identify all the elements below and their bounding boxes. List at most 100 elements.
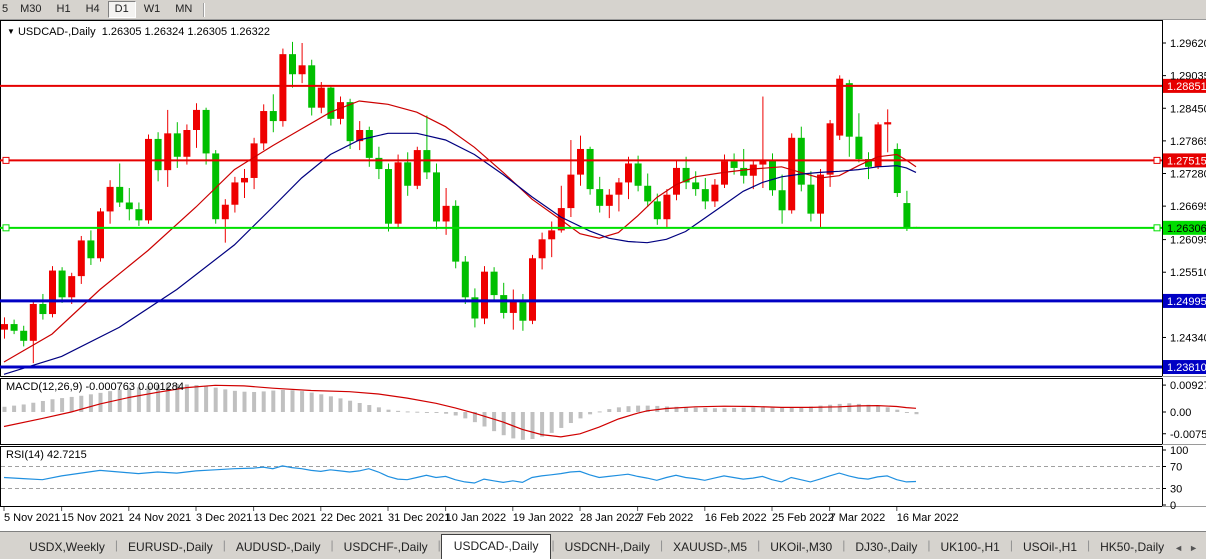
candle-body [481,272,488,319]
candle-body [731,161,738,168]
candle-body [39,304,46,314]
line-handle-marker[interactable] [3,225,9,231]
macd-bar [425,412,429,413]
svg-text:1.29620: 1.29620 [1170,38,1206,50]
macd-bar [492,412,496,431]
price-badge-text: 1.27515 [1167,155,1206,167]
chart-tab-usdcnh-daily[interactable]: USDCNH-,Daily [555,536,660,559]
timeframe-button-h1[interactable]: H1 [50,1,78,18]
chart-tab-usdx-weekly[interactable]: USDX,Weekly [19,536,115,559]
macd-bar [406,411,410,412]
candle-body [164,133,171,170]
chart-symbol-label: USDCAD-,Daily [18,26,96,38]
macd-bar [223,389,227,412]
timeframe-button-5[interactable]: 5 [0,1,12,18]
chart-tab-uk100-h1[interactable]: UK100-,H1 [930,536,1009,559]
macd-bar [915,412,919,414]
macd-bar [569,412,573,423]
date-axis: 5 Nov 202115 Nov 202124 Nov 20213 Dec 20… [4,507,959,524]
macd-bar [281,390,285,412]
candle-body [519,300,526,321]
candle-body [78,240,85,276]
macd-bar [790,408,794,412]
rsi-panel-border [1,447,1163,507]
candle-body [155,139,162,170]
chart-tab-usdchf-daily[interactable]: USDCHF-,Daily [334,536,438,559]
macd-bar [838,404,842,412]
timeframe-button-h4[interactable]: H4 [79,1,107,18]
candle-body [327,88,334,119]
candle-body [740,168,747,176]
candle-body [615,182,622,194]
candle-body [116,187,123,203]
candle-body [212,153,219,219]
svg-text:1.26695: 1.26695 [1170,201,1206,213]
macd-bar [291,390,295,412]
macd-bar [262,391,266,412]
date-label: 31 Dec 2021 [388,512,450,524]
svg-text:70: 70 [1170,462,1182,474]
candle-body [548,230,555,239]
candle-body [539,239,546,258]
chevron-down-icon[interactable]: ▼ [7,27,15,36]
macd-bar [857,404,861,412]
svg-text:1.25510: 1.25510 [1170,267,1206,279]
timeframe-button-mn[interactable]: MN [168,1,199,18]
candle-body [577,149,584,175]
line-handle-marker[interactable] [1154,157,1160,163]
candle-body [817,175,824,214]
chart-tab-usdcad-daily[interactable]: USDCAD-,Daily [441,534,552,559]
candle-body [788,138,795,211]
macd-bar [703,408,707,412]
macd-bar [243,392,247,412]
svg-text:1.29035: 1.29035 [1170,71,1206,83]
line-handle-marker[interactable] [1154,225,1160,231]
panel-frames [0,20,1206,507]
line-handle-marker[interactable] [3,157,9,163]
macd-bar [3,407,7,412]
macd-bar [550,412,554,433]
svg-text:-0.00750: -0.00750 [1170,429,1206,441]
chart-tab-ukoil-m30[interactable]: UKOil-,M30 [760,536,842,559]
chart-tab-audusd-daily[interactable]: AUDUSD-,Daily [226,536,331,559]
chart-tab-xauusd-m5[interactable]: XAUUSD-,M5 [663,536,757,559]
candle-body [635,163,642,185]
timeframe-toolbar: 5M30H1H4D1W1MN [0,0,1206,20]
chart-tab-hk50-daily[interactable]: HK50-,Daily [1090,536,1174,559]
toolbar-separator [203,3,205,17]
price-badge-text: 1.24995 [1167,296,1206,308]
macd-bar [828,405,832,412]
chart-tab-dj30-daily[interactable]: DJ30-,Daily [845,536,927,559]
macd-bar [60,398,64,412]
svg-text:1.27865: 1.27865 [1170,136,1206,148]
svg-text:30: 30 [1170,484,1182,496]
timeframe-button-w1[interactable]: W1 [137,1,168,18]
macd-bar [367,405,371,412]
tab-scroll-left-icon[interactable]: ◄ [1174,543,1183,553]
macd-bar [665,406,669,412]
chart-tab-eurusd-daily[interactable]: EURUSD-,Daily [118,536,223,559]
date-label: 7 Mar 2022 [830,512,886,524]
candle-body [884,122,891,124]
macd-bar [723,408,727,412]
candle-body [270,111,277,121]
chart-canvas[interactable]: 1.288511.275151.263061.249951.238101.296… [0,0,1206,558]
candle-body [126,203,133,210]
tab-scroll-right-icon[interactable]: ► [1189,543,1198,553]
macd-bar [579,412,583,418]
candle-body [97,211,104,258]
chart-tab-usoil-h1[interactable]: USOil-,H1 [1013,536,1087,559]
macd-bar [540,412,544,437]
candle-body [395,162,402,223]
timeframe-button-m30[interactable]: M30 [13,1,48,18]
date-label: 16 Feb 2022 [705,512,767,524]
candle-body [702,189,709,201]
svg-text:1.26095: 1.26095 [1170,235,1206,247]
macd-bar [396,411,400,412]
candle-body [692,182,699,189]
macd-bar [684,407,688,412]
timeframe-button-d1[interactable]: D1 [108,1,136,18]
svg-text:1.24340: 1.24340 [1170,332,1206,344]
macd-bar [617,407,621,412]
date-label: 22 Dec 2021 [321,512,383,524]
